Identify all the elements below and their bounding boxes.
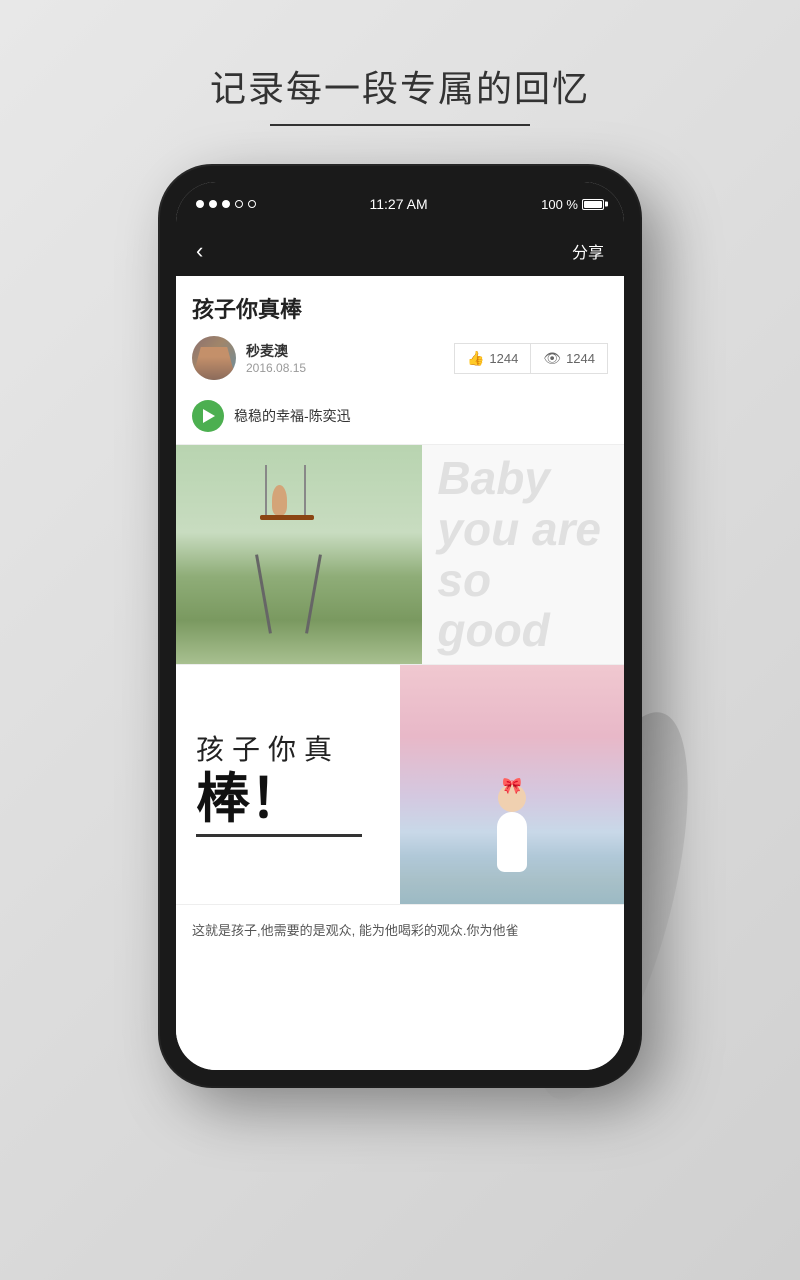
play-icon	[203, 409, 215, 423]
image-grid-top: Baby you are so good	[176, 444, 624, 664]
battery-percent: 100 %	[541, 197, 578, 212]
play-button[interactable]	[192, 400, 224, 432]
signal-dot-3	[222, 200, 230, 208]
content-area: 孩子你真棒 秒麦澳 2016.08.15	[176, 276, 624, 1070]
battery-indicator: 100 %	[541, 197, 604, 212]
author-name: 秒麦澳	[246, 341, 306, 361]
signal-dot-5	[248, 200, 256, 208]
stats-area: 👍 1244 👁 1244	[454, 343, 608, 374]
tagline-underline	[270, 124, 530, 126]
child-head: 🎀	[498, 784, 526, 812]
likes-stat: 👍 1244	[454, 343, 530, 374]
text-image-right: Baby you are so good	[422, 445, 624, 664]
views-count: 1244	[566, 351, 595, 366]
likes-count: 1244	[489, 351, 518, 366]
text-underline	[196, 834, 362, 837]
avatar-image	[192, 336, 236, 380]
image-grid-bottom: 孩子你真 棒！ 🎀	[176, 664, 624, 904]
swing-post-right	[305, 554, 322, 633]
post-meta: 秒麦澳 2016.08.15 👍 1244 👁 1244	[192, 336, 608, 380]
status-bar: 11:27 AM 100 %	[176, 182, 624, 226]
author-info: 秒麦澳 2016.08.15	[246, 341, 306, 375]
child-silhouette: 🎀	[482, 784, 542, 884]
swing-seat	[260, 515, 314, 520]
baby-line2: you are	[437, 504, 609, 555]
post-title: 孩子你真棒	[192, 292, 608, 324]
view-icon: 👁	[543, 350, 561, 367]
description-text: 这就是孩子,他需要的是观众, 能为他喝彩的观众.你为他雀	[192, 919, 608, 942]
child-text-line1: 孩子你真	[196, 732, 340, 768]
baby-text: Baby you are so good	[437, 453, 609, 655]
swing-rope-right	[304, 465, 306, 520]
back-button[interactable]: ‹	[196, 238, 203, 264]
child-bow: 🎀	[502, 776, 522, 796]
share-button[interactable]: 分享	[572, 239, 604, 263]
phone-mockup: 11:27 AM 100 % ‹ 分享 孩子你真棒	[160, 166, 640, 1086]
post-date: 2016.08.15	[246, 361, 306, 375]
playground-image	[176, 445, 422, 664]
swing-rope-left	[265, 465, 267, 520]
page-tagline: 记录每一段专属的回忆	[210, 60, 590, 126]
child-text-big: 棒！	[196, 772, 304, 826]
baby-line1: Baby	[437, 453, 609, 504]
tagline-text: 记录每一段专属的回忆	[210, 60, 590, 112]
avatar	[192, 336, 236, 380]
music-player[interactable]: 稳稳的幸福-陈奕迅	[192, 400, 608, 432]
music-title: 稳稳的幸福-陈奕迅	[234, 406, 351, 426]
status-time: 11:27 AM	[370, 196, 428, 212]
battery-fill	[584, 201, 602, 208]
baby-line3: so good	[437, 555, 609, 656]
signal-dot-2	[209, 200, 217, 208]
swing-post-left	[255, 554, 272, 633]
phone-screen: 11:27 AM 100 % ‹ 分享 孩子你真棒	[176, 182, 624, 1070]
playground-scene	[176, 445, 422, 664]
post-description: 这就是孩子,他需要的是观众, 能为他喝彩的观众.你为他雀	[176, 904, 624, 952]
like-icon: 👍	[467, 350, 484, 367]
text-block-left: 孩子你真 棒！	[176, 665, 400, 904]
beach-scene: 🎀	[400, 665, 624, 904]
child-body	[497, 812, 527, 872]
battery-icon	[582, 199, 604, 210]
signal-dot-4	[235, 200, 243, 208]
views-stat: 👁 1244	[530, 343, 608, 374]
beach-photo: 🎀	[400, 665, 624, 904]
post-header: 孩子你真棒 秒麦澳 2016.08.15	[176, 276, 624, 392]
signal-indicator	[196, 200, 256, 208]
author-area: 秒麦澳 2016.08.15	[192, 336, 306, 380]
signal-dot-1	[196, 200, 204, 208]
exclaim-text: 棒！	[196, 769, 304, 829]
nav-bar: ‹ 分享	[176, 226, 624, 276]
child-on-swing	[272, 485, 287, 515]
avatar-silhouette	[192, 347, 236, 380]
